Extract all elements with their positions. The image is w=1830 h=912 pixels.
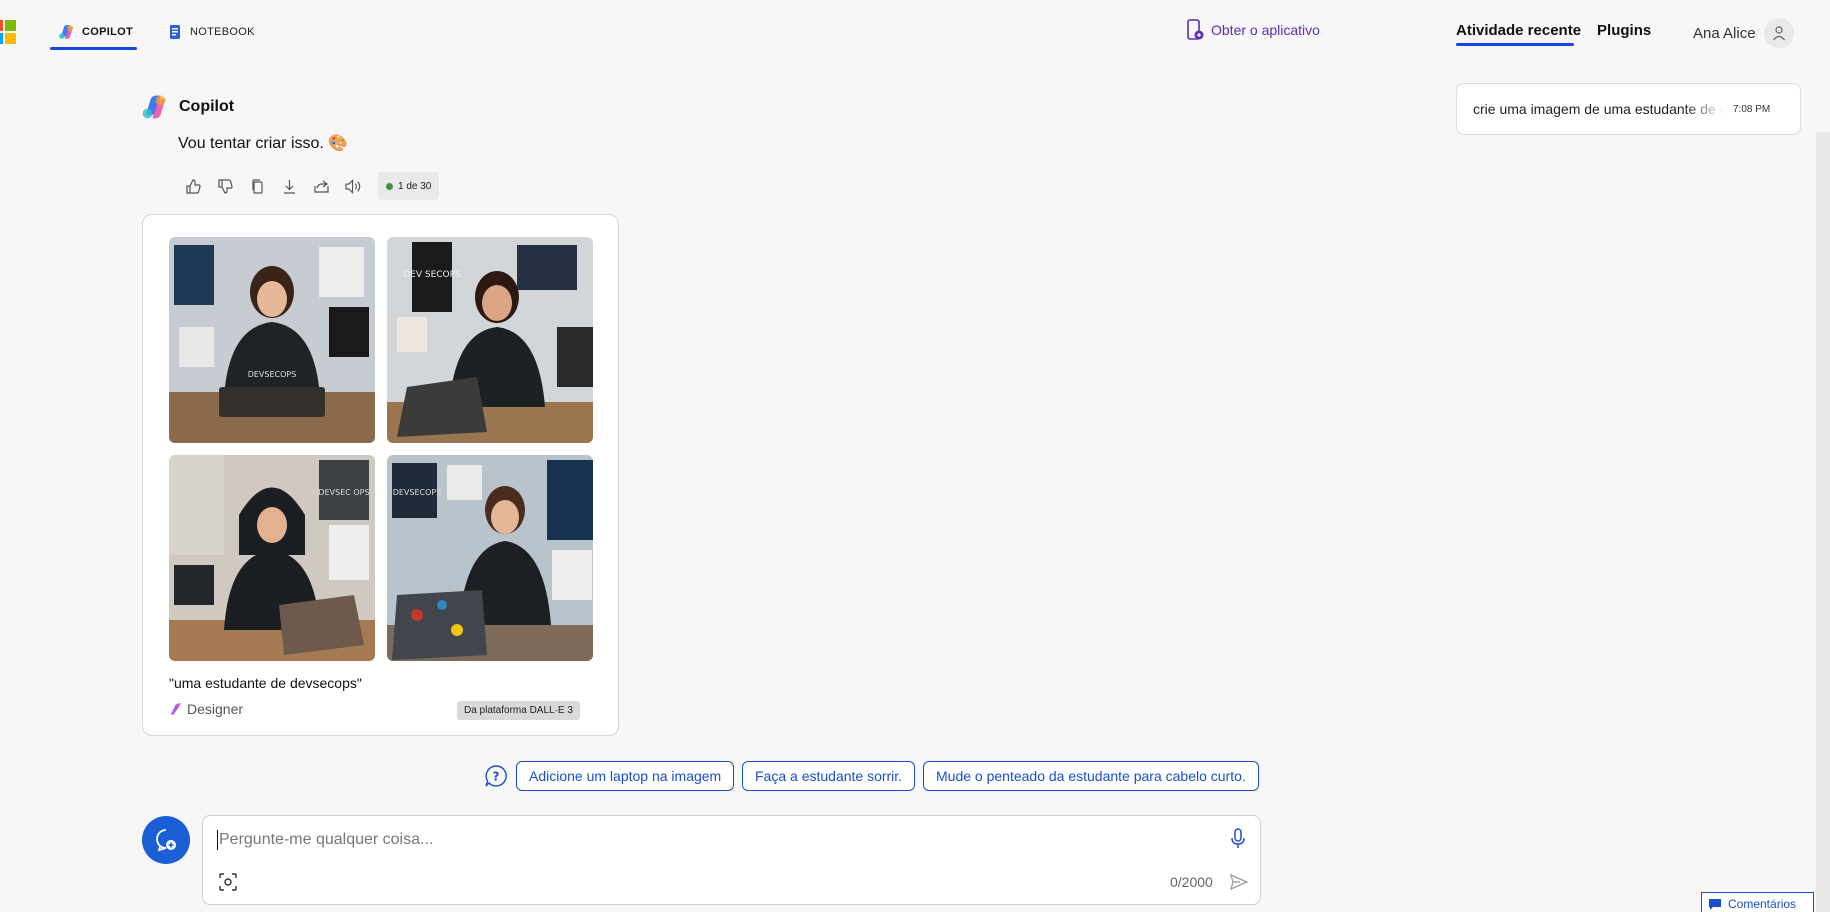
thumbs-down-icon[interactable] (216, 177, 235, 196)
download-icon[interactable] (280, 177, 299, 196)
recent-activity-item[interactable]: crie uma imagem de uma estudante de devs… (1456, 83, 1801, 135)
hoodie-text: DEVSECOPS (248, 370, 297, 379)
get-app-label: Obter o aplicativo (1211, 22, 1320, 38)
generated-image-3[interactable]: DEVSEC OPS (169, 455, 375, 661)
copilot-logo-icon (59, 25, 73, 39)
tab-plugins[interactable]: Plugins (1597, 22, 1651, 39)
svg-text:?: ? (493, 770, 500, 784)
bot-name: Copilot (179, 98, 235, 115)
character-count: 0/2000 (1170, 874, 1213, 890)
chat-input-box[interactable]: Pergunte-me qualquer coisa... 0/2000 (202, 815, 1261, 905)
send-icon[interactable] (1230, 873, 1248, 891)
designer-label: Designer (187, 701, 244, 717)
designer-link[interactable]: Designer (169, 701, 243, 717)
tab-active-indicator (50, 47, 137, 50)
microsoft-logo[interactable] (0, 20, 16, 44)
bot-header: Copilot (141, 94, 234, 120)
message-actions: 1 de 30 (184, 172, 440, 200)
feedback-button[interactable]: Comentários (1701, 892, 1814, 912)
copy-icon[interactable] (248, 177, 267, 196)
share-icon[interactable] (312, 177, 331, 196)
image-caption: "uma estudante de devsecops" (169, 675, 362, 691)
right-tab-active-indicator (1456, 43, 1574, 46)
notebook-icon (170, 25, 180, 39)
avatar (1763, 18, 1794, 48)
chat-input-placeholder[interactable]: Pergunte-me qualquer coisa... (219, 831, 433, 849)
image-search-icon[interactable] (219, 873, 237, 891)
user-menu[interactable]: Ana Alice (1693, 18, 1794, 48)
response-counter-text: 1 de 30 (398, 180, 432, 192)
tab-notebook[interactable]: NOTEBOOK (168, 14, 255, 50)
new-chat-icon (156, 829, 176, 852)
poster-text: DEVSECOPS (393, 488, 442, 497)
tab-notebook-label: NOTEBOOK (190, 26, 255, 38)
suggestion-button-3[interactable]: Mude o penteado da estudante para cabelo… (923, 761, 1259, 791)
status-dot (386, 182, 393, 190)
generated-image-2[interactable]: DEV SECOPS (387, 237, 593, 443)
speaker-icon[interactable] (344, 177, 363, 196)
tab-recent-activity[interactable]: Atividade recente (1456, 22, 1581, 39)
chat-bubble-icon (1709, 899, 1721, 910)
feedback-label: Comentários (1728, 897, 1797, 911)
scrollbar[interactable] (1816, 132, 1830, 912)
generated-image-4[interactable]: DEVSECOPS (387, 455, 593, 661)
new-topic-button[interactable] (142, 816, 190, 864)
get-app-link[interactable]: Obter o aplicativo (1186, 19, 1320, 41)
phone-icon (1187, 19, 1204, 40)
copilot-logo-icon (142, 95, 166, 119)
image-result-card: DEVSECOPS DEV SECOPS DEVSEC OPS DEVSECOP… (142, 214, 619, 736)
suggestion-button-1[interactable]: Adicione um laptop na imagem (516, 761, 735, 791)
designer-icon (171, 703, 181, 715)
text-cursor (217, 830, 218, 850)
thumbs-up-icon[interactable] (184, 177, 203, 196)
recent-activity-text: crie uma imagem de uma estudante de devs… (1473, 101, 1723, 117)
right-panel-tabs: Atividade recente Plugins (1456, 22, 1651, 39)
suggestion-button-2[interactable]: Faça a estudante sorrir. (742, 761, 916, 791)
user-icon (1772, 26, 1785, 41)
dalle-badge: Da plataforma DALL·E 3 (457, 701, 580, 720)
tab-copilot[interactable]: COPILOT (58, 14, 133, 50)
user-name: Ana Alice (1693, 24, 1756, 42)
bot-message: Vou tentar criar isso. 🎨 (178, 135, 349, 152)
microphone-icon[interactable] (1230, 828, 1246, 850)
poster-text: DEV SECOPS (403, 270, 461, 280)
generated-image-1[interactable]: DEVSECOPS (169, 237, 375, 443)
recent-activity-time: 7:08 PM (1733, 103, 1771, 115)
poster-text: DEVSEC OPS (318, 488, 369, 497)
help-icon[interactable]: ? (485, 765, 507, 787)
tab-copilot-label: COPILOT (82, 26, 133, 38)
response-counter: 1 de 30 (378, 172, 440, 200)
